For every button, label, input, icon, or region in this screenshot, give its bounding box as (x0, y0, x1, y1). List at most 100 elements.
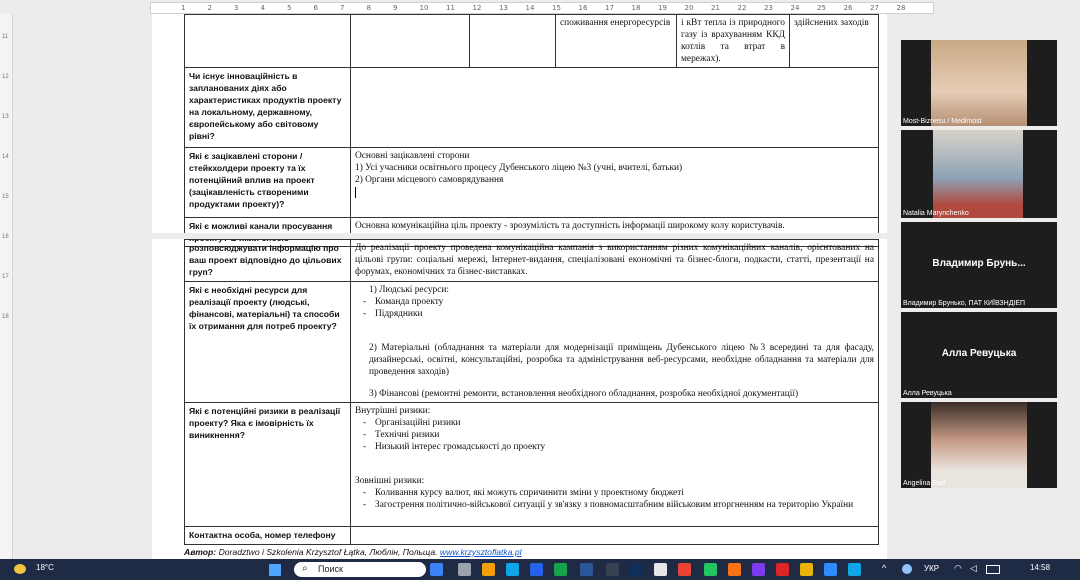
answer-line: Основні зацікавлені сторони (355, 151, 470, 161)
document-table-top: споживання енергоресурсів і кВт тепла із… (184, 14, 879, 247)
participant-name: Angelina Rad (903, 480, 946, 487)
list-item: Технічні ризики (355, 429, 874, 441)
ruler-tick: 23 (764, 4, 773, 12)
list-item: Загострення політично-військової ситуаці… (355, 499, 874, 511)
horizontal-ruler[interactable]: 1 2 3 4 5 6 7 8 9 10 11 12 13 14 15 16 17 18 19 20 21 22 23 24 2… (150, 2, 934, 14)
app-tray-icon[interactable] (902, 564, 912, 574)
chevron-up-icon[interactable]: ^ (882, 563, 886, 573)
question-stakeholders[interactable]: Які є зацікавлені сторони / стейкхолдери… (184, 147, 351, 218)
app-icon[interactable] (430, 563, 443, 576)
participant-name: Алла Ревуцька (903, 390, 952, 397)
list-item: Організаційні ризики (355, 417, 874, 429)
volume-icon[interactable]: ◁ (970, 563, 977, 574)
chrome-icon[interactable] (678, 563, 691, 576)
author-text: Doradztwo i Szkolenia Krzysztof Łątka, Л… (218, 547, 438, 557)
ruler-tick: 2 (207, 4, 212, 12)
battery-icon[interactable] (986, 565, 1000, 574)
answer-stakeholders[interactable]: Основні зацікавлені сторони 1) Усі учасн… (350, 147, 879, 218)
participant-tile[interactable]: Алла Ревуцька Алла Ревуцька (901, 312, 1057, 398)
participant-tile[interactable]: Natalia Marynchenko (901, 130, 1057, 218)
document-table-bottom: розповсюджувати інформацію про ваш проек… (184, 239, 879, 545)
app-icon[interactable] (752, 563, 765, 576)
answer-risks[interactable]: Внутрішні ризики: Організаційні ризики Т… (350, 402, 879, 527)
answer-resources[interactable]: 1) Людські ресурси: Команда проекту Підр… (350, 281, 879, 403)
ruler-tick: 22 (737, 4, 747, 12)
app-icon[interactable] (606, 563, 619, 576)
ruler-tick: 14 (525, 4, 535, 12)
answer-line: 1) Усі учасники освітнього процесу Дубен… (355, 163, 683, 173)
answer-contact[interactable] (350, 526, 879, 545)
table-cell[interactable]: споживання енергоресурсів (555, 14, 677, 68)
table-cell[interactable]: здійснених заходів (789, 14, 879, 68)
answer-distribution[interactable]: До реалізації проекту проведена комуніка… (350, 239, 879, 282)
app-icon[interactable] (848, 563, 861, 576)
app-icon[interactable] (704, 563, 717, 576)
weather-temperature[interactable]: 18°C (36, 563, 54, 572)
ruler-tick: 10 (419, 4, 429, 12)
author-line: Автор: Doradztwo i Szkolenia Krzysztof Ł… (184, 547, 522, 557)
vertical-ruler: 11 12 13 14 15 16 17 18 (0, 14, 13, 559)
app-icon[interactable] (776, 563, 789, 576)
author-label: Автор: (184, 547, 217, 557)
ruler-tick: 17 (605, 4, 614, 12)
weather-icon[interactable] (14, 564, 26, 574)
wifi-icon[interactable]: ◠ (954, 563, 962, 574)
word-icon[interactable] (580, 563, 593, 576)
ruler-tick: 16 (578, 4, 588, 12)
ruler-tick: 27 (870, 4, 879, 12)
ruler-tick: 21 (711, 4, 720, 12)
answer-line: Внутрішні ризики: (355, 406, 431, 416)
author-link[interactable]: www.krzysztoflatka.pl (440, 547, 522, 557)
search-icon: ⌕ (302, 563, 308, 574)
language-indicator[interactable]: УКР (924, 564, 939, 573)
photoshop-icon[interactable] (630, 563, 643, 576)
app-icon[interactable] (554, 563, 567, 576)
question-innovation[interactable]: Чи існує інноваційність в запланованих д… (184, 67, 351, 148)
question-resources[interactable]: Які є необхідні ресурси для реалізації п… (184, 281, 351, 403)
ruler-tick: 13 (499, 4, 508, 12)
answer-line: 2) Матеріальні (обладнання та матеріали … (369, 343, 874, 377)
ruler-tick: 28 (896, 4, 906, 12)
ruler-tick: 26 (843, 4, 853, 12)
taskbar: 18°C ⌕ Поиск ^ УКР ◠ ◁ 14:58 (0, 559, 1080, 580)
ruler-tick: 25 (817, 4, 826, 12)
participant-tile[interactable]: Most-Biznesu / Medimost (901, 40, 1057, 126)
table-cell[interactable]: і кВт тепла із природного газу із врахув… (676, 14, 790, 68)
list-item: Коливання курсу валют, які можуть спричи… (355, 487, 874, 499)
zoom-icon[interactable] (824, 563, 837, 576)
participant-video (933, 130, 1023, 218)
participant-video (931, 40, 1027, 126)
taskbar-search[interactable]: ⌕ Поиск (294, 562, 426, 577)
ruler-tick: 8 (366, 4, 371, 12)
list-item: Низький інтерес громадськості до проекту (355, 441, 874, 453)
question-distribution[interactable]: розповсюджувати інформацію про ваш проек… (184, 239, 351, 282)
ruler-tick: 6 (313, 4, 318, 12)
question-contact[interactable]: Контактна особа, номер телефону (184, 526, 351, 545)
store-icon[interactable] (530, 563, 543, 576)
ruler-tick: 24 (790, 4, 800, 12)
participant-tile[interactable]: Владимир Брунь... Владимир Брунько, ПАТ … (901, 222, 1057, 308)
document-page[interactable]: споживання енергоресурсів і кВт тепла із… (152, 14, 887, 559)
answer-line: 3) Фінансові (ремонтні ремонти, встановл… (369, 389, 799, 399)
ruler-tick: 11 (446, 4, 455, 12)
ruler-tick: 20 (684, 4, 694, 12)
ruler-tick: 4 (260, 4, 265, 12)
ruler-tick: 12 (472, 4, 482, 12)
firefox-icon[interactable] (728, 563, 741, 576)
participant-tile[interactable]: Angelina Rad (901, 402, 1057, 488)
clock-time[interactable]: 14:58 (1030, 563, 1050, 572)
answer-line: Зовнішні ризики: (355, 476, 425, 486)
windows-start-icon[interactable] (269, 564, 281, 576)
participant-video (931, 402, 1027, 488)
answer-innovation[interactable] (350, 67, 879, 148)
ruler-tick: 3 (234, 4, 239, 12)
app-icon[interactable] (654, 563, 667, 576)
app-icon[interactable] (800, 563, 813, 576)
ruler-tick: 5 (287, 4, 292, 12)
question-risks[interactable]: Які є потенційні ризики в реалізації про… (184, 402, 351, 527)
edge-icon[interactable] (506, 563, 519, 576)
ruler-tick: 19 (658, 4, 667, 12)
answer-line: 2) Органи місцевого самоврядування (355, 175, 504, 185)
file-explorer-icon[interactable] (482, 563, 495, 576)
task-view-icon[interactable] (458, 563, 471, 576)
